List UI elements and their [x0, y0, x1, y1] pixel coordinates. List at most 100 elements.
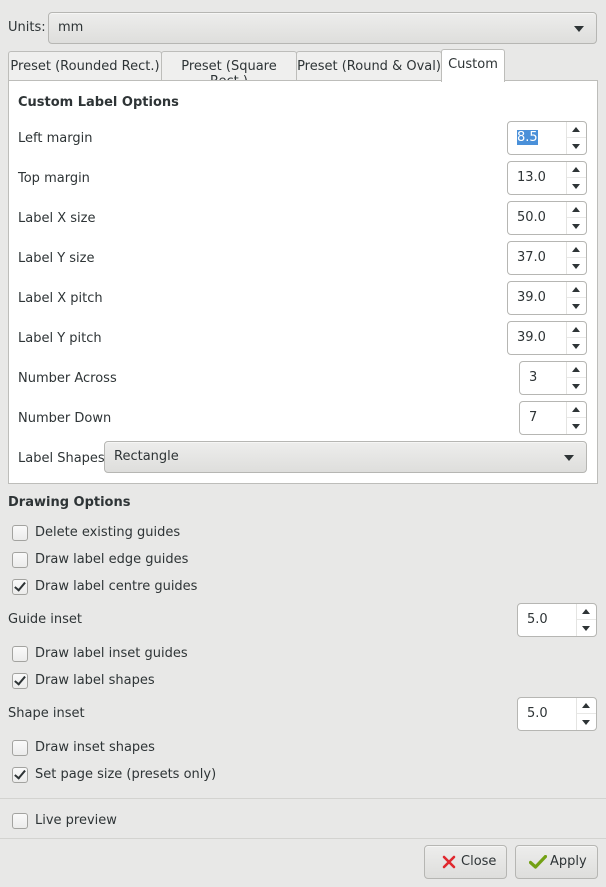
arrow-up-icon: [572, 167, 580, 172]
decrement-button[interactable]: [567, 298, 586, 314]
number-down-spinbox[interactable]: 7: [519, 401, 587, 435]
label-x-pitch-label: Label X pitch: [18, 291, 103, 306]
decrement-button[interactable]: [577, 620, 596, 636]
centre-guides-label[interactable]: Draw label centre guides: [35, 579, 197, 594]
delete-guides-label[interactable]: Delete existing guides: [35, 525, 180, 540]
inset-shapes-label[interactable]: Draw inset shapes: [35, 740, 155, 755]
number-down-label: Number Down: [18, 411, 112, 426]
increment-button[interactable]: [567, 362, 586, 378]
number-across-label: Number Across: [18, 371, 117, 386]
label-y-pitch-spinbox[interactable]: 39.0: [507, 321, 587, 355]
increment-button[interactable]: [567, 202, 586, 218]
label-x-size-value[interactable]: 50.0: [517, 210, 546, 225]
edge-guides-checkbox[interactable]: [12, 552, 28, 568]
label-x-size-label: Label X size: [18, 211, 96, 226]
arrow-up-icon: [572, 127, 580, 132]
arrow-up-icon: [572, 367, 580, 372]
decrement-button[interactable]: [567, 418, 586, 434]
left-margin-spinbox[interactable]: 8.5: [507, 121, 587, 155]
increment-button[interactable]: [577, 604, 596, 620]
label-y-size-spinbox[interactable]: 37.0: [507, 241, 587, 275]
top-margin-value[interactable]: 13.0: [517, 170, 546, 185]
close-icon: [442, 855, 456, 869]
custom-label-options-heading: Custom Label Options: [18, 95, 179, 110]
number-down-value[interactable]: 7: [529, 410, 537, 425]
guide-inset-spinbox[interactable]: 5.0: [517, 603, 597, 637]
edge-guides-label[interactable]: Draw label edge guides: [35, 552, 188, 567]
units-value: mm: [58, 20, 84, 35]
label-y-size-value[interactable]: 37.0: [517, 250, 546, 265]
decrement-button[interactable]: [567, 178, 586, 194]
decrement-button[interactable]: [567, 218, 586, 234]
label-shapes-value: Rectangle: [114, 449, 179, 464]
tab-label: Preset (Round & Oval): [297, 59, 441, 74]
top-margin-spinbox[interactable]: 13.0: [507, 161, 587, 195]
decrement-button[interactable]: [567, 378, 586, 394]
label-y-size-label: Label Y size: [18, 251, 95, 266]
shape-inset-label: Shape inset: [8, 706, 85, 721]
increment-button[interactable]: [567, 242, 586, 258]
increment-button[interactable]: [567, 122, 586, 138]
close-button[interactable]: Close: [424, 845, 507, 879]
decrement-button[interactable]: [577, 714, 596, 730]
number-across-spinbox[interactable]: 3: [519, 361, 587, 395]
increment-button[interactable]: [567, 282, 586, 298]
check-icon: [529, 855, 547, 869]
shape-inset-value[interactable]: 5.0: [527, 706, 548, 721]
tab-custom[interactable]: Custom: [441, 49, 505, 82]
decrement-button[interactable]: [567, 338, 586, 354]
close-button-label: Close: [461, 854, 497, 869]
arrow-up-icon: [572, 327, 580, 332]
page-size-label[interactable]: Set page size (presets only): [35, 767, 216, 782]
arrow-down-icon: [582, 720, 590, 725]
left-margin-value[interactable]: 8.5: [517, 130, 538, 145]
left-margin-label: Left margin: [18, 131, 93, 146]
arrow-down-icon: [572, 424, 580, 429]
arrow-down-icon: [572, 184, 580, 189]
arrow-down-icon: [582, 626, 590, 631]
arrow-down-icon: [572, 264, 580, 269]
label-shapes-checkbox[interactable]: [12, 673, 28, 689]
decrement-button[interactable]: [567, 138, 586, 154]
arrow-down-icon: [572, 384, 580, 389]
inset-guides-label[interactable]: Draw label inset guides: [35, 646, 188, 661]
centre-guides-checkbox[interactable]: [12, 579, 28, 595]
label-x-pitch-spinbox[interactable]: 39.0: [507, 281, 587, 315]
tab-preset-rounded-rect[interactable]: Preset (Rounded Rect.): [8, 51, 162, 80]
shape-inset-spinbox[interactable]: 5.0: [517, 697, 597, 731]
inset-shapes-checkbox[interactable]: [12, 740, 28, 756]
tab-preset-square-rect[interactable]: Preset (Square Rect.): [161, 51, 297, 89]
tab-label: Custom: [448, 57, 498, 72]
label-x-pitch-value[interactable]: 39.0: [517, 290, 546, 305]
label-shapes-combo[interactable]: Rectangle: [104, 441, 587, 473]
checkmark-icon: [14, 767, 26, 780]
delete-guides-checkbox[interactable]: [12, 525, 28, 541]
chevron-down-icon: [564, 455, 574, 461]
live-preview-checkbox[interactable]: [12, 813, 28, 829]
arrow-up-icon: [572, 287, 580, 292]
increment-button[interactable]: [567, 322, 586, 338]
increment-button[interactable]: [567, 402, 586, 418]
increment-button[interactable]: [567, 162, 586, 178]
chevron-down-icon: [574, 26, 584, 32]
decrement-button[interactable]: [567, 258, 586, 274]
top-margin-label: Top margin: [18, 171, 90, 186]
apply-button[interactable]: Apply: [515, 845, 598, 879]
guide-inset-value[interactable]: 5.0: [527, 612, 548, 627]
arrow-up-icon: [572, 247, 580, 252]
increment-button[interactable]: [577, 698, 596, 714]
tab-preset-round-oval[interactable]: Preset (Round & Oval): [296, 51, 442, 80]
label-x-size-spinbox[interactable]: 50.0: [507, 201, 587, 235]
arrow-up-icon: [572, 407, 580, 412]
live-preview-label[interactable]: Live preview: [35, 813, 117, 828]
page-size-checkbox[interactable]: [12, 767, 28, 783]
number-across-value[interactable]: 3: [529, 370, 537, 385]
drawing-options-heading: Drawing Options: [8, 495, 131, 510]
checkmark-icon: [14, 673, 26, 686]
label-y-pitch-label: Label Y pitch: [18, 331, 102, 346]
draw-label-shapes-label[interactable]: Draw label shapes: [35, 673, 155, 688]
units-combo[interactable]: mm: [48, 12, 597, 44]
label-shapes-label: Label Shapes:: [18, 451, 110, 466]
label-y-pitch-value[interactable]: 39.0: [517, 330, 546, 345]
inset-guides-checkbox[interactable]: [12, 646, 28, 662]
